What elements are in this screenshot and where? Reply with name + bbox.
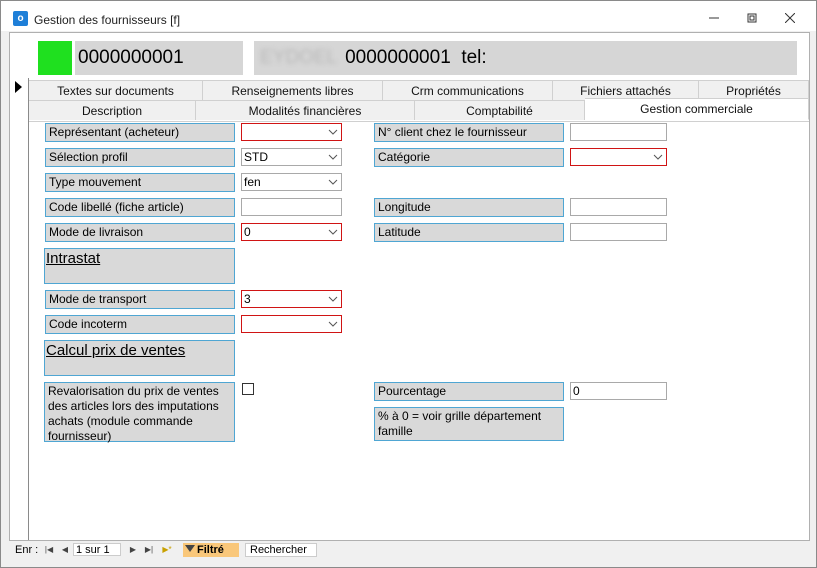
current-record-arrow-icon [15,81,22,93]
latitude-label: Latitude [374,223,564,242]
revalorisation-label: Revalorisation du prix de ventes des art… [44,382,235,443]
tab-comptabilite[interactable]: Comptabilité [415,100,585,120]
intrastat-section-title: Intrastat [44,248,235,284]
new-record-icon[interactable]: ▶* [161,543,173,557]
incoterm-select[interactable] [241,315,342,333]
close-button[interactable] [770,5,810,31]
latitude-input[interactable] [570,223,667,241]
tab-crm-communications[interactable]: Crm communications [383,80,553,100]
supplier-code: 0000000001 [75,41,243,75]
minimize-icon [709,17,719,19]
tab-gestion-commerciale[interactable]: Gestion commerciale [585,98,809,120]
tab-proprietes[interactable]: Propriétés [699,80,809,100]
close-icon [785,13,795,23]
chevron-down-icon[interactable] [327,293,339,305]
window-title: Gestion des fournisseurs [f] [34,13,181,27]
incoterm-label: Code incoterm [45,315,235,334]
record-navigation-bar: Enr : |◀ ◀ 1 sur 1 ▶ ▶| ▶* Filtré Recher… [9,540,808,559]
last-record-icon[interactable]: ▶| [143,543,155,557]
revalorisation-checkbox[interactable] [242,383,254,395]
profil-value: STD [244,150,268,164]
supplier-name: EYDOEL 0000000001 tel: [254,41,797,75]
tab-row-1: Textes sur documents Renseignements libr… [29,80,809,100]
mouvement-select[interactable]: fen [241,173,342,191]
mouvement-label: Type mouvement [45,173,235,192]
livraison-value: 0 [244,225,251,239]
tab-renseignements-libres[interactable]: Renseignements libres [203,80,383,100]
status-indicator [38,41,72,75]
filter-toggle[interactable]: Filtré [183,543,239,557]
supplier-tel: tel: [461,47,487,68]
transport-value: 3 [244,292,251,306]
chevron-down-icon[interactable] [327,318,339,330]
profil-label: Sélection profil [45,148,235,167]
mouvement-value: fen [244,175,261,189]
tab-modalites-financieres[interactable]: Modalités financières [196,100,415,120]
tab-fichiers-attaches[interactable]: Fichiers attachés [553,80,699,100]
longitude-input[interactable] [570,198,667,216]
chevron-down-icon[interactable] [327,151,339,163]
title-bar: o Gestion des fournisseurs [f] [1,1,816,31]
num-client-input[interactable] [570,123,667,141]
supplier-header: 0000000001 EYDOEL 0000000001 tel: [9,32,810,80]
categorie-select[interactable] [570,148,667,166]
code-libelle-label: Code libellé (fiche article) [45,198,235,217]
search-input[interactable]: Rechercher [245,543,317,557]
minimize-button[interactable] [694,5,734,31]
app-window: o Gestion des fournisseurs [f] 000000000… [0,0,817,568]
next-record-icon[interactable]: ▶ [127,543,139,557]
categorie-label: Catégorie [374,148,564,167]
app-icon: o [13,11,28,26]
pourcentage-note: % à 0 = voir grille département famille [374,407,564,441]
current-record-input[interactable]: 1 sur 1 [73,543,121,556]
calcul-prix-section-title: Calcul prix de ventes [44,340,235,376]
supplier-name-code: 0000000001 [345,47,451,68]
chevron-down-icon[interactable] [327,226,339,238]
num-client-label: N° client chez le fournisseur [374,123,564,142]
gestion-commerciale-panel: Représentant (acheteur) Sélection profil… [29,121,809,540]
chevron-down-icon[interactable] [652,151,664,163]
representant-select[interactable] [241,123,342,141]
chevron-down-icon[interactable] [327,126,339,138]
pourcentage-label: Pourcentage [374,382,564,401]
profil-select[interactable]: STD [241,148,342,166]
transport-label: Mode de transport [45,290,235,309]
longitude-label: Longitude [374,198,564,217]
record-selector[interactable] [9,78,29,541]
restore-button[interactable] [732,5,772,31]
livraison-label: Mode de livraison [45,223,235,242]
record-label: Enr : [15,544,39,556]
filter-icon [185,545,195,552]
transport-select[interactable]: 3 [241,290,342,308]
tab-row-2: Description Modalités financières Compta… [29,98,809,120]
supplier-name-blurred: EYDOEL [260,47,338,68]
filter-label: Filtré [197,544,224,556]
tab-textes-documents[interactable]: Textes sur documents [29,80,203,100]
form-body: Textes sur documents Renseignements libr… [28,78,810,541]
code-libelle-input[interactable] [241,198,342,216]
restore-icon [747,13,757,23]
pourcentage-input[interactable]: 0 [570,382,667,400]
representant-label: Représentant (acheteur) [45,123,235,142]
tab-description[interactable]: Description [29,100,196,120]
first-record-icon[interactable]: |◀ [43,543,55,557]
chevron-down-icon[interactable] [327,176,339,188]
livraison-select[interactable]: 0 [241,223,342,241]
previous-record-icon[interactable]: ◀ [59,543,71,557]
